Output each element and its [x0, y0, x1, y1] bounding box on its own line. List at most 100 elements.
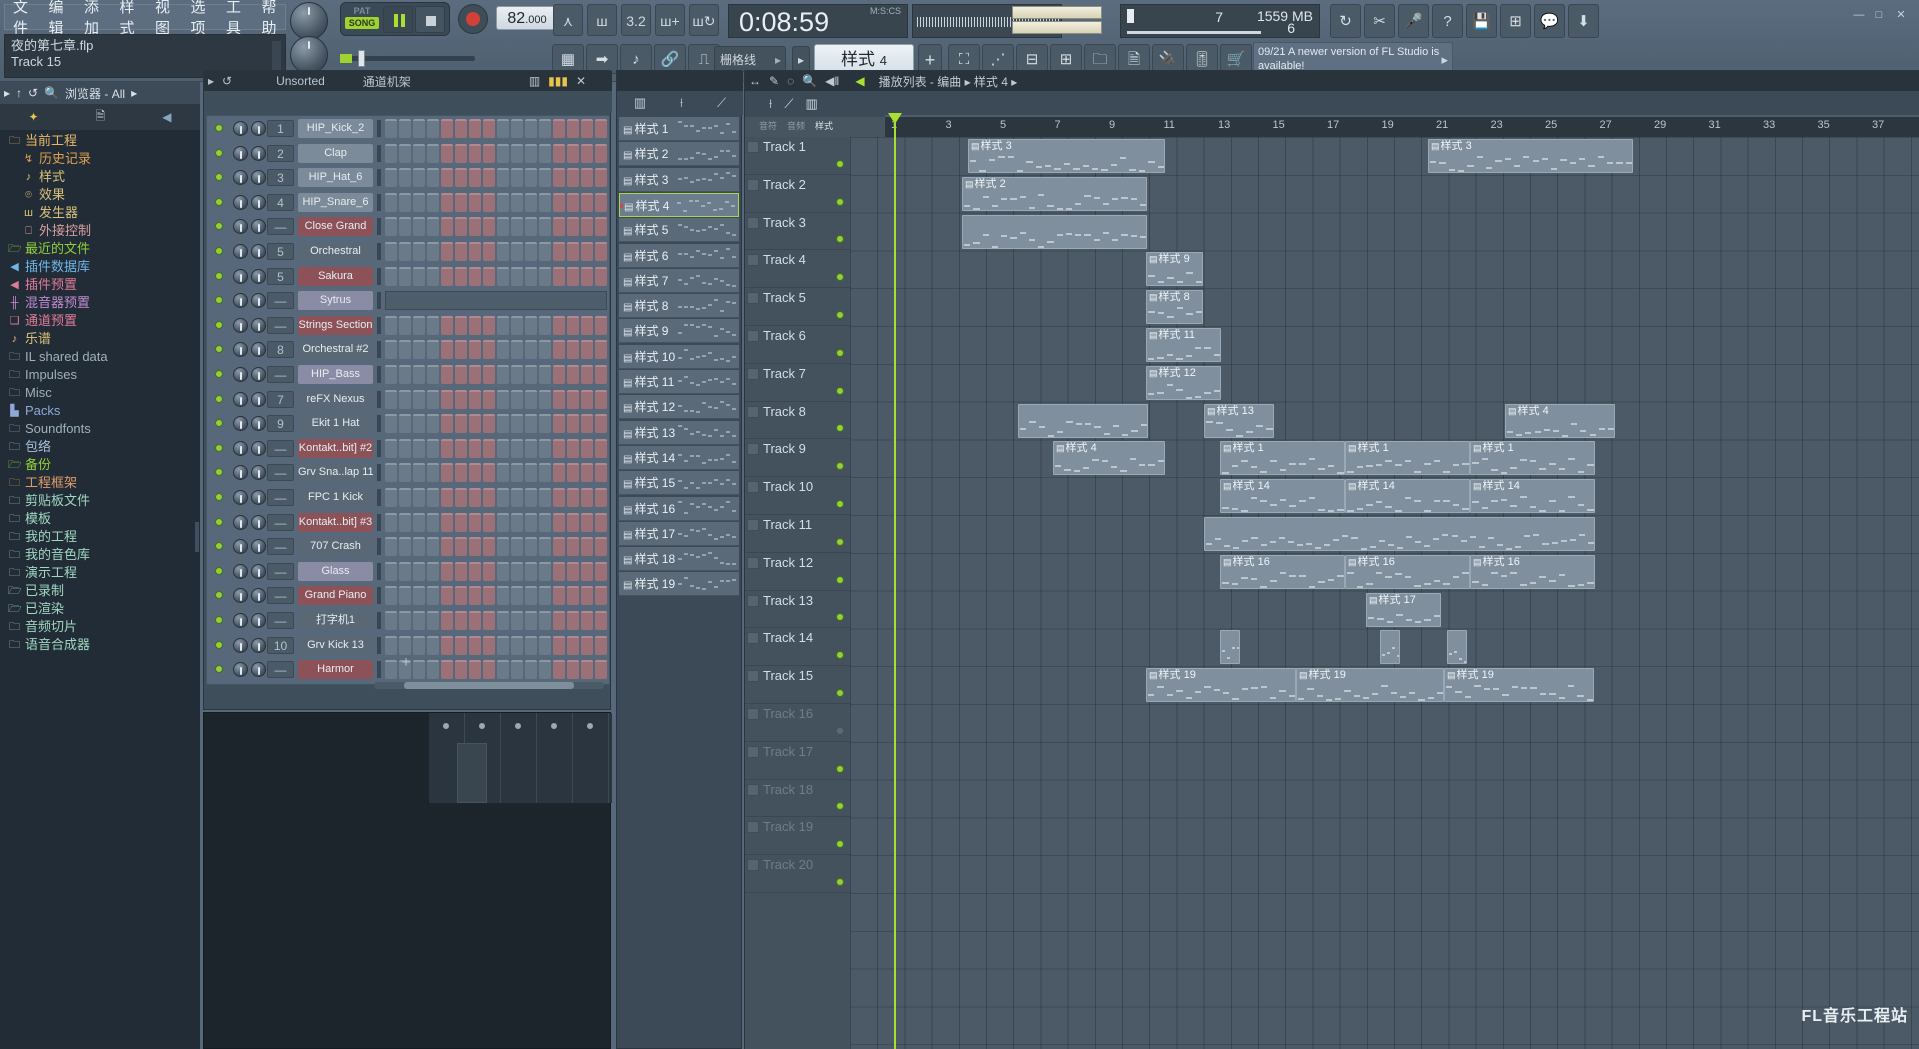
channel-step-sequence[interactable]	[385, 267, 607, 286]
channel-row[interactable]: — Close Grand	[207, 214, 610, 238]
step-button[interactable]	[567, 193, 579, 212]
playlist-clip[interactable]	[1204, 517, 1595, 551]
step-button[interactable]	[413, 144, 425, 163]
master-volume-slider[interactable]	[340, 56, 475, 61]
step-button[interactable]	[595, 365, 607, 384]
step-button[interactable]	[385, 365, 397, 384]
step-button[interactable]	[497, 316, 509, 335]
browser-tree[interactable]: 🗀 当前工程 ↯ 历史记录 ♪ 样式 ⌾ 效果 ш 发生器 ⎕ 外接控制 🗁 最近的文件 ◀ 插件数据库 ◀ 插件…	[0, 130, 200, 1049]
channel-mixer-number[interactable]: —	[267, 366, 294, 383]
slice-icon[interactable]: ◌	[787, 74, 794, 88]
playlist-clip[interactable]: ▤样式 3	[968, 139, 1165, 173]
channel-step-sequence[interactable]	[385, 513, 607, 532]
channel-volume-knob[interactable]	[251, 490, 266, 505]
step-button[interactable]	[553, 390, 565, 409]
track-name-label[interactable]: Track 14	[763, 630, 813, 645]
step-button[interactable]	[553, 168, 565, 187]
playlist-clip[interactable]	[1018, 404, 1148, 438]
step-button[interactable]	[511, 636, 523, 655]
step-button[interactable]	[525, 316, 537, 335]
step-button[interactable]	[399, 463, 411, 482]
playlist-clip[interactable]: ▤样式 16	[1220, 555, 1345, 589]
channel-name-button[interactable]: reFX Nexus	[298, 390, 373, 409]
step-button[interactable]	[399, 586, 411, 605]
channel-led[interactable]	[215, 370, 223, 378]
step-button[interactable]	[469, 193, 481, 212]
master-pitch-knob[interactable]	[290, 2, 328, 40]
channel-volume-knob[interactable]	[251, 441, 266, 456]
pattern-list-item[interactable]: ▤ 样式 18	[619, 547, 739, 571]
wave-icon[interactable]: ⟊	[680, 95, 683, 111]
step-button[interactable]	[469, 365, 481, 384]
step-button[interactable]	[497, 217, 509, 236]
channel-row[interactable]: 10 Grv Kick 13	[207, 633, 610, 657]
step-button[interactable]	[399, 537, 411, 556]
playlist-clip[interactable]: ▤样式 19	[1296, 668, 1444, 702]
step-button[interactable]	[399, 242, 411, 261]
step-button[interactable]	[511, 390, 523, 409]
step-button[interactable]	[581, 636, 593, 655]
channel-pan-knob[interactable]	[233, 416, 248, 431]
step-button[interactable]	[511, 119, 523, 138]
step-button[interactable]	[483, 168, 495, 187]
pattern-list-item[interactable]: ▤ 样式 6	[619, 244, 739, 268]
step-button[interactable]	[441, 439, 453, 458]
track-name-label[interactable]: Track 13	[763, 593, 813, 608]
step-button[interactable]	[385, 390, 397, 409]
channel-pan-knob[interactable]	[233, 515, 248, 530]
step-button[interactable]	[385, 537, 397, 556]
channel-name-button[interactable]: Close Grand	[298, 217, 373, 236]
step-button[interactable]	[539, 562, 551, 581]
browser-item-12[interactable]: 🗀 IL shared data	[0, 348, 200, 366]
step-button[interactable]	[553, 439, 565, 458]
plugin-grid-cell[interactable]	[573, 713, 609, 803]
channel-led[interactable]	[215, 173, 223, 181]
step-button[interactable]	[483, 316, 495, 335]
channel-led[interactable]	[215, 542, 223, 550]
file-icon[interactable]: 🗎	[96, 107, 106, 128]
step-button[interactable]	[483, 242, 495, 261]
step-button[interactable]	[469, 119, 481, 138]
help-button[interactable]: ?	[1432, 4, 1463, 38]
track-enable-led[interactable]	[836, 878, 844, 886]
step-button[interactable]	[413, 488, 425, 507]
channel-led[interactable]	[215, 395, 223, 403]
step-button[interactable]	[427, 611, 439, 630]
step-button[interactable]	[469, 488, 481, 507]
playlist-clip[interactable]: ▤样式 2	[962, 177, 1147, 211]
channel-name-button[interactable]: HIP_Hat_6	[298, 168, 373, 187]
playlist-track-header[interactable]: Track 2	[745, 175, 850, 213]
browser-item-24[interactable]: 🗀 演示工程	[0, 564, 200, 582]
track-name-label[interactable]: Track 5	[763, 290, 806, 305]
piano-icon[interactable]: ▥	[634, 95, 646, 111]
step-button[interactable]	[553, 414, 565, 433]
step-button[interactable]	[413, 414, 425, 433]
pattern-list-item[interactable]: ▤ 样式 13	[619, 421, 739, 445]
step-button[interactable]	[497, 365, 509, 384]
pattern-list[interactable]: ▤ 样式 1 ▤ 样式 2 ▤ 样式 3 ▤ 样式 4 ▤ 样式 5 ▤ 样式 6 ▤ 样式 7 ▤ 样式 8…	[619, 117, 741, 677]
browser-item-0[interactable]: 🗀 当前工程	[0, 132, 200, 150]
step-button[interactable]	[567, 463, 579, 482]
step-button[interactable]	[427, 217, 439, 236]
step-button[interactable]	[455, 144, 467, 163]
step-button[interactable]	[511, 562, 523, 581]
step-button[interactable]	[427, 463, 439, 482]
playlist-clip[interactable]: ▤样式 1	[1220, 441, 1345, 475]
step-button[interactable]	[441, 390, 453, 409]
channel-step-sequence[interactable]	[385, 390, 607, 409]
track-name-label[interactable]: Track 20	[763, 857, 813, 872]
step-button[interactable]	[469, 537, 481, 556]
step-button[interactable]	[399, 217, 411, 236]
loop-record-button[interactable]: ш↻	[689, 4, 719, 36]
step-button[interactable]	[497, 242, 509, 261]
step-button[interactable]	[525, 217, 537, 236]
step-button[interactable]	[427, 144, 439, 163]
channel-step-sequence[interactable]	[385, 119, 607, 138]
step-button[interactable]	[595, 562, 607, 581]
step-button[interactable]	[469, 168, 481, 187]
step-button[interactable]	[427, 316, 439, 335]
channel-led[interactable]	[215, 321, 223, 329]
channel-pan-knob[interactable]	[233, 195, 248, 210]
step-button[interactable]	[385, 488, 397, 507]
channel-row[interactable]: — Glass	[207, 559, 610, 583]
